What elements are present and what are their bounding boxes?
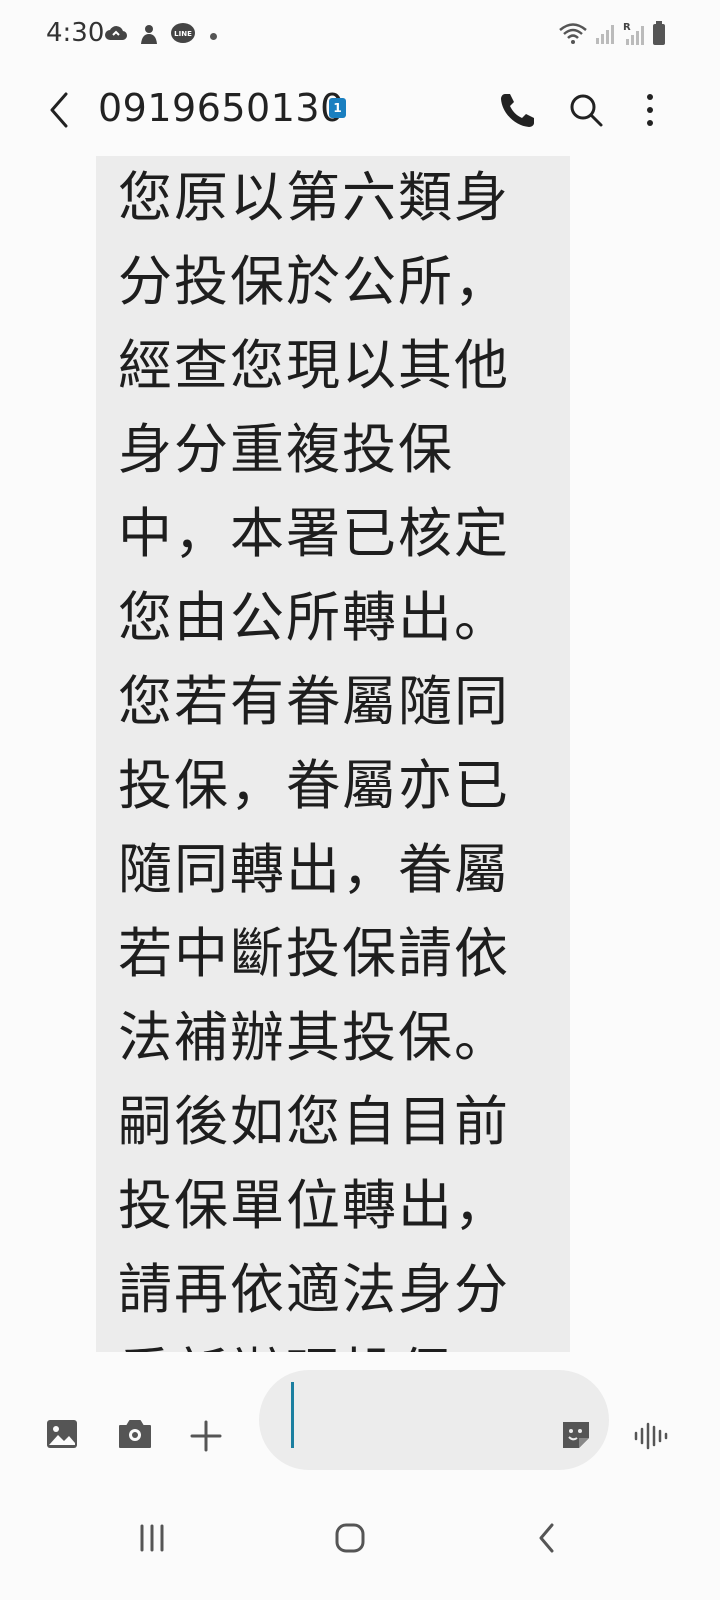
message-line: 分投保於公所， xyxy=(118,250,510,313)
message-line: 隨同轉出，眷屬 xyxy=(118,838,510,901)
line-app-icon: LINE xyxy=(170,22,196,50)
message-text: 您原以第六類身 分投保於公所， 經查您現以其他 身分重複投保 中，本署已核定 您… xyxy=(118,156,558,1352)
home-icon[interactable] xyxy=(320,1508,380,1568)
add-icon[interactable] xyxy=(188,1418,224,1454)
call-icon[interactable] xyxy=(496,88,540,132)
status-right-icons: R xyxy=(558,20,666,50)
search-icon[interactable] xyxy=(564,88,608,132)
notification-app-icon xyxy=(138,22,160,50)
conversation-header: 0919650130 1 xyxy=(0,70,720,150)
cloud-sync-icon xyxy=(104,24,128,48)
message-line: 若中斷投保請依 xyxy=(118,922,510,985)
message-line: 重新辦理投保。 xyxy=(118,1332,558,1352)
signal-roaming-icon: R xyxy=(622,20,646,50)
message-line: 嗣後如您自目前 xyxy=(118,1090,510,1153)
text-cursor xyxy=(291,1382,294,1448)
wifi-icon xyxy=(558,21,588,49)
message-input-container[interactable] xyxy=(259,1370,609,1470)
message-line: 您原以第六類身 xyxy=(118,166,510,229)
more-notifications-dot xyxy=(210,32,217,40)
message-input[interactable] xyxy=(299,1388,543,1450)
message-bubble[interactable]: 您原以第六類身 分投保於公所， 經查您現以其他 身分重複投保 中，本署已核定 您… xyxy=(96,156,570,1352)
message-line: 法補辦其投保。 xyxy=(118,1006,510,1069)
message-line: 請再依適法身分 xyxy=(118,1258,510,1321)
message-line: 中，本署已核定 xyxy=(118,502,510,565)
message-line: 經查您現以其他 xyxy=(118,334,510,397)
more-options-icon[interactable] xyxy=(628,88,672,132)
gallery-icon[interactable] xyxy=(44,1416,80,1452)
camera-icon[interactable] xyxy=(116,1416,154,1452)
nav-back-icon[interactable] xyxy=(518,1508,578,1568)
battery-icon xyxy=(652,20,666,50)
status-bar: 4:30 LINE R xyxy=(0,0,720,70)
contact-title[interactable]: 0919650130 xyxy=(98,86,345,130)
back-icon[interactable] xyxy=(40,88,80,132)
status-time: 4:30 xyxy=(46,18,105,48)
message-line: 身分重複投保 xyxy=(118,418,454,481)
message-line: 您若有眷屬隨同 xyxy=(118,670,510,733)
svg-text:R: R xyxy=(623,22,631,33)
sticker-icon[interactable] xyxy=(559,1418,593,1452)
messaging-screen: 4:30 LINE R 0919650130 1 您原以第六類身 分投保於公所，… xyxy=(0,0,720,1600)
recents-icon[interactable] xyxy=(122,1508,182,1568)
message-line: 您由公所轉出。 xyxy=(118,586,510,649)
sim-badge: 1 xyxy=(329,98,346,118)
message-line: 投保單位轉出， xyxy=(118,1174,510,1237)
svg-text:LINE: LINE xyxy=(174,30,192,38)
status-left-icons: LINE xyxy=(104,22,217,50)
system-navigation-bar xyxy=(0,1490,720,1600)
message-line: 投保，眷屬亦已 xyxy=(118,754,510,817)
signal-1-icon xyxy=(594,21,616,49)
voice-record-icon[interactable] xyxy=(632,1418,672,1454)
